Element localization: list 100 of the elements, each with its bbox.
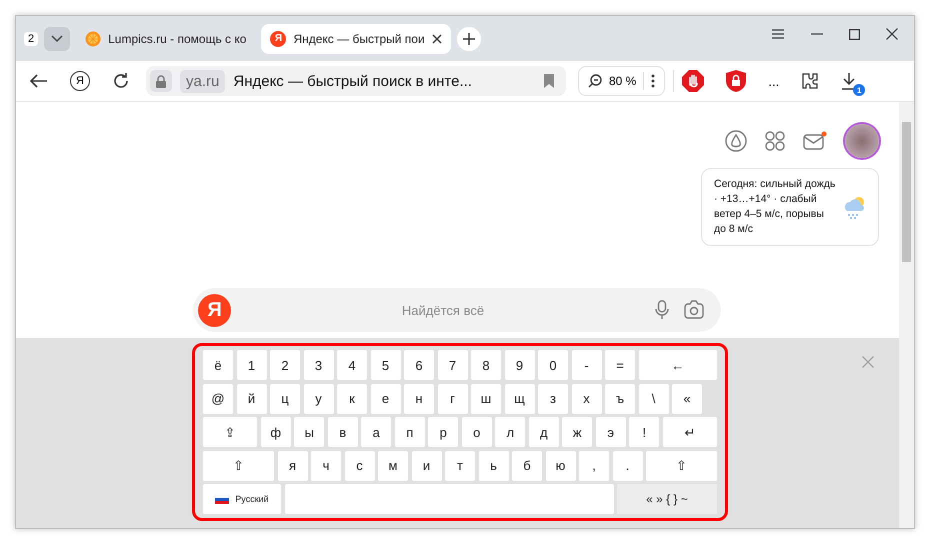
key[interactable]: й <box>236 384 266 414</box>
key[interactable]: ц <box>270 384 300 414</box>
key[interactable]: о <box>462 417 492 447</box>
key[interactable]: я <box>278 450 308 480</box>
key[interactable]: ю <box>546 450 576 480</box>
camera-icon[interactable] <box>683 300 705 320</box>
key[interactable]: р <box>428 417 458 447</box>
key[interactable]: ← <box>638 350 717 380</box>
key[interactable]: , <box>579 450 609 480</box>
key[interactable]: д <box>528 417 559 447</box>
language-key[interactable]: Русский <box>203 484 281 514</box>
key[interactable]: б <box>512 450 542 480</box>
key[interactable]: @ <box>203 384 233 414</box>
minimize-icon[interactable] <box>811 33 823 35</box>
key[interactable]: 6 <box>404 350 434 380</box>
key[interactable]: 3 <box>304 350 334 380</box>
key[interactable]: 2 <box>270 350 300 380</box>
fruit-slice-icon <box>85 30 102 46</box>
key[interactable]: ж <box>562 417 592 447</box>
key[interactable]: с <box>344 450 374 480</box>
key[interactable]: ь <box>478 450 508 480</box>
key[interactable]: ↵ <box>662 417 717 447</box>
shield-lock-icon[interactable] <box>726 70 746 92</box>
extensions-overflow[interactable]: ... <box>768 74 780 88</box>
tab-title: Яндекс — быстрый пои <box>293 32 425 46</box>
chevron-down-icon <box>51 34 64 42</box>
key[interactable]: ⇪ <box>203 417 258 447</box>
menu-icon[interactable] <box>771 28 785 40</box>
new-tab-button[interactable] <box>456 26 481 50</box>
key[interactable]: 1 <box>236 350 266 380</box>
key[interactable]: ! <box>629 417 660 447</box>
yandex-button[interactable]: Я <box>70 71 90 91</box>
domain-chip[interactable]: ya.ru <box>180 70 226 92</box>
address-bar[interactable]: ya.ru Яндекс — быстрый поиск в инте... <box>146 66 566 96</box>
key[interactable]: 7 <box>438 350 468 380</box>
key[interactable]: г <box>438 384 468 414</box>
close-icon[interactable] <box>432 34 442 44</box>
microphone-icon[interactable] <box>655 300 669 320</box>
tab-list-button[interactable] <box>44 26 70 50</box>
reload-icon[interactable] <box>112 72 130 90</box>
key[interactable]: м <box>378 450 408 480</box>
key[interactable]: ⇧ <box>646 450 717 480</box>
download-icon[interactable] <box>841 72 858 90</box>
key[interactable]: т <box>445 450 475 480</box>
key[interactable]: в <box>328 417 358 447</box>
more-options-icon[interactable] <box>651 74 656 88</box>
key[interactable]: ш <box>471 384 501 414</box>
plus-icon <box>462 32 475 44</box>
browser-tab[interactable]: Lumpics.ru - помощь с ко <box>76 24 256 54</box>
key[interactable]: ⇧ <box>203 450 274 480</box>
avatar[interactable] <box>845 124 879 158</box>
key[interactable]: « <box>672 384 702 414</box>
key[interactable]: - <box>572 350 602 380</box>
key[interactable]: п <box>394 417 425 447</box>
weather-card[interactable]: Сегодня: сильный дождь · +13…+14° · слабый ветер 4–5 м/с, порывы до 8 м/с <box>701 168 879 246</box>
mail-icon[interactable] <box>803 131 827 151</box>
key[interactable]: щ <box>504 384 534 414</box>
zoom-out-icon[interactable] <box>588 74 602 88</box>
search-field[interactable]: Я Найдётся всё <box>193 288 721 332</box>
search-input[interactable]: Найдётся всё <box>245 302 641 318</box>
key[interactable]: \ <box>638 384 668 414</box>
tab-count[interactable]: 2 <box>24 32 38 46</box>
key[interactable]: л <box>495 417 526 447</box>
key[interactable]: 8 <box>471 350 501 380</box>
bookmark-icon[interactable] <box>544 74 554 88</box>
key[interactable]: х <box>572 384 602 414</box>
key[interactable]: ф <box>260 417 291 447</box>
key[interactable]: 0 <box>538 350 568 380</box>
key[interactable]: и <box>412 450 442 480</box>
key[interactable]: 5 <box>370 350 400 380</box>
key[interactable]: э <box>596 417 626 447</box>
key[interactable]: . <box>612 450 642 480</box>
symbols-key[interactable]: « » { } ~ <box>617 484 717 514</box>
key[interactable]: ъ <box>605 384 635 414</box>
key[interactable]: 4 <box>337 350 367 380</box>
maximize-icon[interactable] <box>849 28 860 40</box>
puzzle-icon[interactable] <box>801 72 820 90</box>
key[interactable]: з <box>538 384 568 414</box>
key[interactable]: ы <box>294 417 324 447</box>
key[interactable]: 9 <box>504 350 534 380</box>
back-icon[interactable] <box>30 74 48 88</box>
key[interactable]: ё <box>203 350 233 380</box>
apps-grid-icon[interactable] <box>765 131 785 151</box>
download-count-badge: 1 <box>853 84 866 96</box>
lock-icon <box>156 74 166 88</box>
scrollbar-thumb[interactable] <box>902 122 911 262</box>
key[interactable]: ч <box>311 450 341 480</box>
key[interactable]: у <box>304 384 334 414</box>
key[interactable]: е <box>370 384 400 414</box>
scrollbar[interactable] <box>899 102 914 528</box>
page-title: Яндекс — быстрый поиск в инте... <box>233 72 473 90</box>
weather-text: Сегодня: сильный дождь · +13…+14° · слабый ветер 4–5 м/с, порывы до 8 м/с <box>714 177 836 237</box>
browser-tab[interactable]: Я Яндекс — быстрый пои <box>261 24 451 54</box>
key[interactable]: н <box>404 384 434 414</box>
key[interactable]: = <box>605 350 635 380</box>
key[interactable]: к <box>337 384 367 414</box>
stop-hand-icon[interactable] <box>682 70 704 92</box>
key[interactable]: а <box>361 417 392 447</box>
close-icon[interactable] <box>886 28 898 40</box>
lock-button[interactable] <box>150 70 172 92</box>
